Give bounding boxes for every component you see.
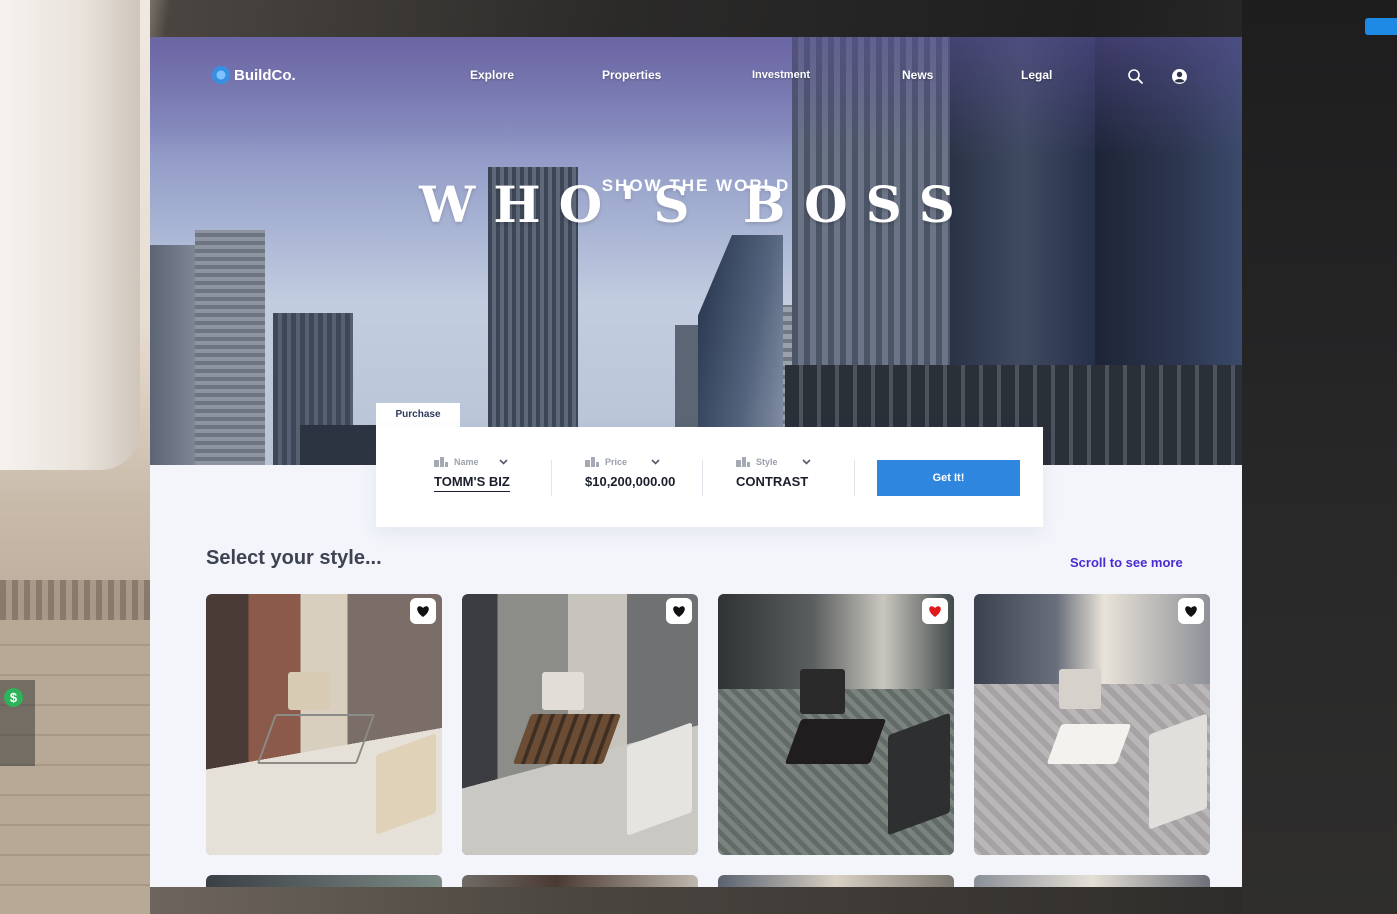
style-card[interactable] [718,875,954,887]
price-field-label: Price [605,457,628,467]
get-it-button[interactable]: Get It! [877,460,1020,496]
heart-icon [929,605,941,617]
white-table [1046,724,1132,764]
section-title: Select your style... [206,547,382,569]
hero-title: WHO'S BOSS [419,175,973,234]
glass-table [256,714,376,764]
nav-explore[interactable]: Explore [470,68,514,82]
background-tiles [0,580,150,620]
scroll-to-see-more-link[interactable]: Scroll to see more [1070,555,1183,570]
money-icon: $ [4,688,23,707]
style-card[interactable] [462,594,698,855]
name-field-value: TOMM'S BIZ [434,474,510,492]
purchase-panel: Name TOMM'S BIZ Price $10,200,000.00 Sty… [376,427,1043,527]
background-bottom [150,887,1242,914]
divider [702,460,703,496]
nav-legal[interactable]: Legal [1021,68,1052,82]
style-field-value: CONTRAST [736,474,809,489]
brand-name: BuildCo. [234,66,296,84]
favorite-button[interactable] [410,598,436,624]
armchair [1059,669,1101,709]
tab-purchase[interactable]: Purchase [376,403,460,429]
browser-window: BuildCo. Explore Properties Investment N… [150,37,1242,887]
style-card[interactable] [206,594,442,855]
divider [854,460,855,496]
heart-icon [417,605,429,617]
hero-banner: BuildCo. Explore Properties Investment N… [150,37,1242,465]
hud-chip [1365,18,1397,35]
chevron-down-icon[interactable] [801,459,811,465]
logo-icon [212,66,230,84]
price-field-label-row: Price [585,457,675,467]
wood-table [512,714,622,764]
search-icon[interactable] [1127,68,1144,85]
favorite-button[interactable] [666,598,692,624]
style-card[interactable] [974,594,1210,855]
chevron-down-icon[interactable] [651,459,660,465]
building-icon [736,457,750,467]
style-card[interactable] [206,875,442,887]
style-field-label-row: Style [736,457,811,467]
armchair [800,669,845,714]
brand-logo[interactable]: BuildCo. [212,66,296,84]
heart-icon [673,605,685,617]
chevron-down-icon[interactable] [498,459,508,465]
favorite-button[interactable] [922,598,948,624]
background-right [1242,0,1397,914]
background-floor [0,620,150,914]
nav-investment[interactable]: Investment [752,69,810,81]
price-field-value: $10,200,000.00 [585,474,676,489]
divider [551,460,552,496]
favorite-button[interactable] [1178,598,1204,624]
nav-news[interactable]: News [902,68,933,82]
dark-table [784,719,887,764]
background-left [0,0,150,914]
building-icon [585,457,599,467]
skyline-building [195,230,265,465]
top-nav: BuildCo. Explore Properties Investment N… [150,37,1242,117]
armchair [288,672,330,710]
building-icon [434,457,448,467]
style-field[interactable]: Style CONTRAST [736,457,811,489]
nav-properties[interactable]: Properties [602,68,661,82]
style-card[interactable] [974,875,1210,887]
price-field[interactable]: Price $10,200,000.00 [585,457,675,489]
style-card[interactable] [462,875,698,887]
name-field-label: Name [454,457,479,467]
user-icon[interactable] [1171,68,1188,85]
style-field-label: Style [756,457,778,467]
heart-icon [1185,605,1197,617]
name-field[interactable]: Name TOMM'S BIZ [434,457,510,492]
name-field-label-row: Name [434,457,510,467]
style-card[interactable] [718,594,954,855]
armchair [542,672,584,710]
background-pillar [0,0,140,470]
